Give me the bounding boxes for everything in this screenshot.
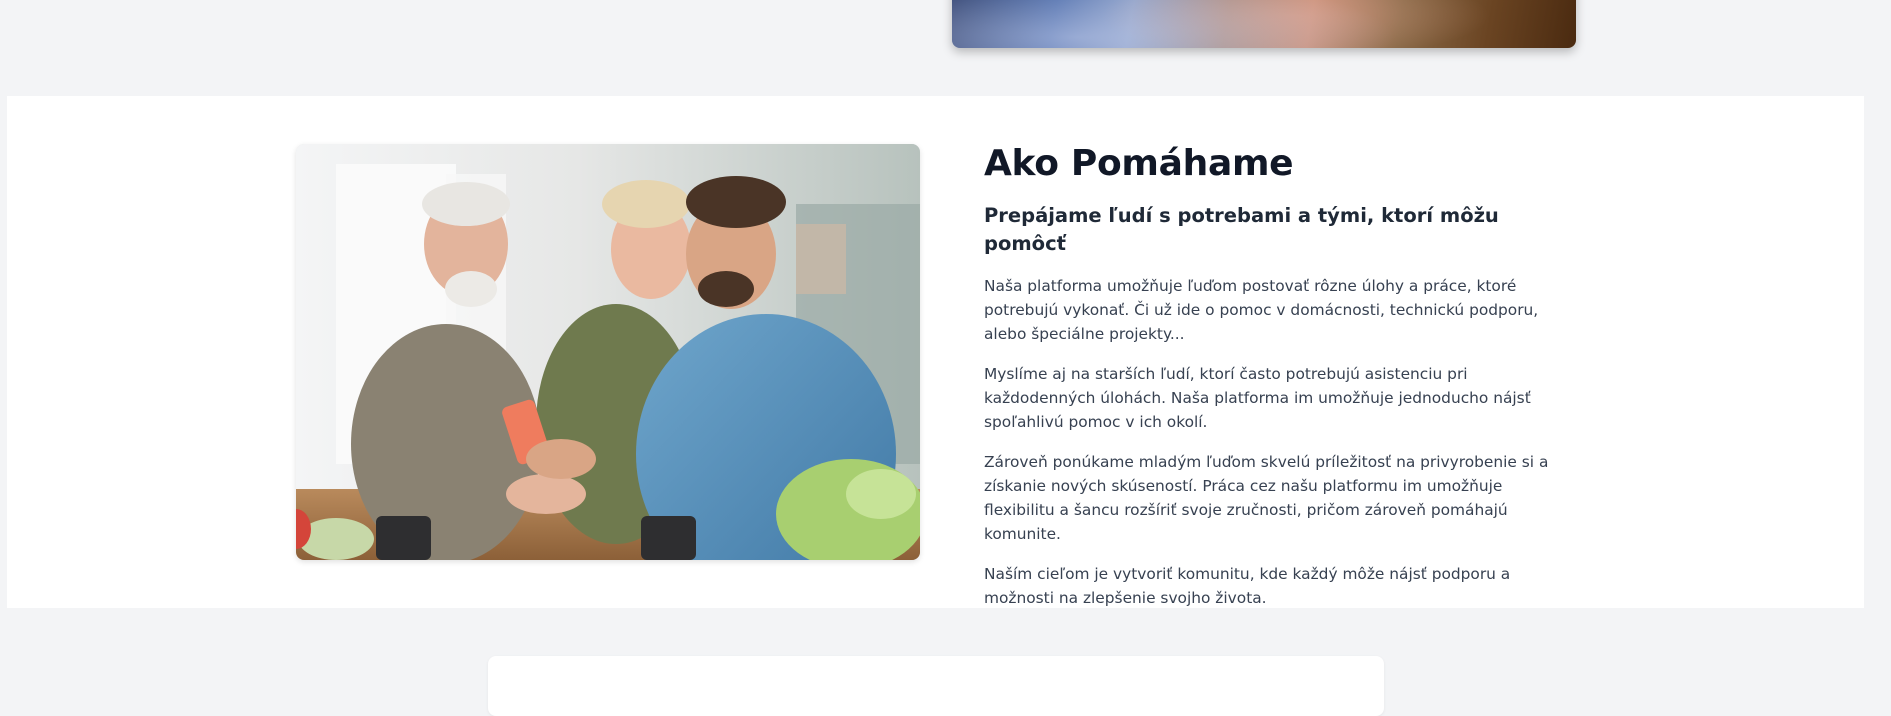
section-subtitle: Prepájame ľudí s potrebami a tými, ktorí…	[984, 204, 1499, 255]
how-we-help-text: Ako Pomáhame Prepájame ľudí s potrebami …	[984, 140, 1576, 626]
section-title: Ako Pomáhame	[984, 143, 1294, 184]
paragraph-young-people: Zároveň ponúkame mladým ľuďom skvelú prí…	[984, 453, 1549, 543]
paragraph-seniors: Myslíme aj na starších ľudí, ktorí často…	[984, 365, 1531, 431]
page-scrollbar[interactable]	[1864, 0, 1891, 685]
how-we-help-section	[7, 96, 1864, 608]
seniors-with-helper-photo	[296, 144, 920, 560]
paragraph-goal: Naším cieľom je vytvoriť komunitu, kde k…	[984, 565, 1511, 607]
next-section-card	[488, 656, 1384, 716]
photo-illustration	[296, 144, 920, 560]
top-image-card	[952, 0, 1576, 48]
paragraph-platform: Naša platforma umožňuje ľuďom postovať r…	[984, 277, 1539, 343]
